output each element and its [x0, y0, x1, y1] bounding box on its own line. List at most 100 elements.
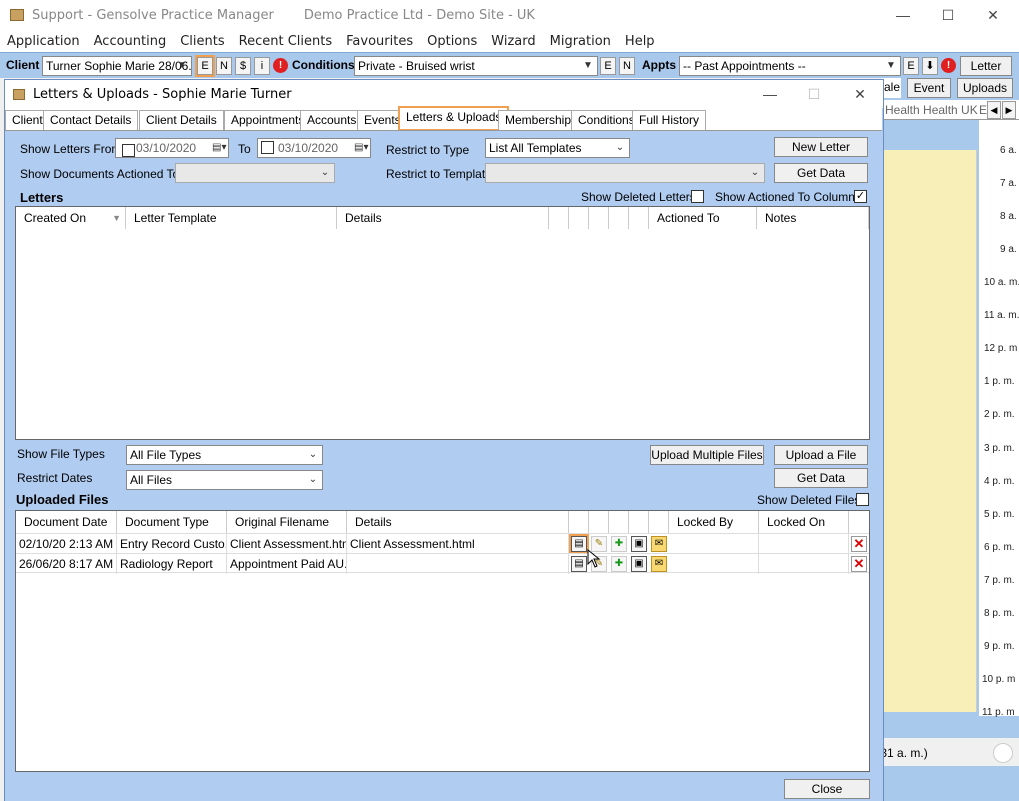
appts-label: Appts [642, 58, 676, 72]
conditions-select[interactable]: Private - Bruised wrist ▼ [354, 56, 598, 76]
maximize-icon[interactable]: ☐ [925, 0, 971, 30]
scroll-left-icon[interactable]: ◀ [987, 101, 1001, 119]
time-label: 8 a. m. [1000, 211, 1019, 222]
show-actioned-cols-checkbox[interactable]: ✓ [854, 190, 867, 203]
alert-icon[interactable]: ! [941, 58, 956, 73]
calendar-button-partial[interactable]: ale [883, 78, 901, 98]
view-document-icon[interactable]: ▤ [569, 534, 589, 554]
table-row[interactable]: 26/06/20 8:17 AM Radiology Report Appoin… [16, 553, 869, 574]
col-document-date[interactable]: Document Date [16, 511, 117, 533]
practitioner-tab-partial[interactable]: E [979, 103, 987, 117]
menu-options[interactable]: Options [420, 34, 484, 49]
get-data-uploads-button[interactable]: Get Data [774, 468, 868, 488]
alert-icon[interactable]: ! [273, 58, 288, 73]
tab-letters-uploads[interactable]: Letters & Uploads [398, 106, 510, 131]
menu-favourites[interactable]: Favourites [339, 34, 420, 49]
minimize-icon[interactable]: — [880, 0, 926, 30]
appointments-select[interactable]: -- Past Appointments -- ▼ [679, 56, 901, 76]
restrict-dates-select[interactable]: All Files ⌄ [126, 470, 323, 490]
date-to-picker[interactable]: 03/10/2020 ▤▾ [257, 138, 371, 158]
menu-recent-clients[interactable]: Recent Clients [232, 34, 339, 49]
chevron-down-icon: ⌄ [308, 474, 318, 485]
col-letter-template[interactable]: Letter Template [126, 207, 337, 229]
close-icon[interactable]: ✕ [837, 80, 883, 108]
email-icon[interactable]: ✉ [651, 556, 667, 572]
tab-accounts[interactable]: Accounts [300, 110, 364, 130]
show-deleted-letters-checkbox[interactable] [691, 190, 704, 203]
practitioner-tab[interactable]: Health Health UK [885, 103, 978, 117]
delete-icon[interactable]: ✕ [851, 556, 867, 572]
lock-icon[interactable]: ▣ [631, 536, 647, 552]
col-actioned-to[interactable]: Actioned To [649, 207, 757, 229]
uploads-button[interactable]: Uploads [957, 78, 1013, 98]
date-from-picker[interactable]: 03/10/2020 ▤▾ [115, 138, 229, 158]
main-titlebar: Support - Gensolve Practice Manager Demo… [0, 0, 1019, 30]
new-letter-button[interactable]: New Letter [774, 137, 868, 157]
menu-application[interactable]: Application [0, 34, 87, 49]
minimize-icon[interactable]: — [747, 80, 793, 108]
app-icon [10, 9, 24, 21]
client-select[interactable]: Turner Sophie Marie 28/06. ▼ [42, 56, 192, 76]
tab-appointments[interactable]: Appointments [224, 110, 312, 130]
upload-multiple-button[interactable]: Upload Multiple Files [650, 445, 764, 465]
show-deleted-files-checkbox[interactable] [856, 493, 869, 506]
date-to-checkbox[interactable] [261, 141, 274, 154]
time-label: 11 p. m [982, 707, 1015, 718]
col-original-filename[interactable]: Original Filename [227, 511, 347, 533]
calendar-day-column[interactable] [883, 150, 977, 712]
condition-new-button[interactable]: N [619, 57, 635, 75]
letter-button[interactable]: Letter [960, 56, 1012, 76]
view-document-icon[interactable]: ▤ [571, 556, 587, 572]
date-from-checkbox[interactable] [122, 144, 135, 157]
lock-icon[interactable]: ▣ [631, 556, 647, 572]
add-icon[interactable]: ✚ [611, 536, 627, 552]
tab-contact-details[interactable]: Contact Details [43, 110, 139, 130]
restrict-template-select[interactable]: ⌄ [485, 163, 765, 183]
appt-edit-button[interactable]: E [903, 57, 919, 75]
client-accounts-button[interactable]: $ [235, 57, 251, 75]
time-label: 10 p. m [982, 674, 1016, 685]
uploads-grid[interactable]: Document Date Document Type Original Fil… [15, 510, 870, 772]
scroll-right-icon[interactable]: ▶ [1002, 101, 1016, 119]
condition-edit-button[interactable]: E [600, 57, 616, 75]
menu-migration[interactable]: Migration [543, 34, 618, 49]
restrict-type-select[interactable]: List All Templates ⌄ [485, 138, 630, 158]
email-icon[interactable]: ✉ [651, 536, 667, 552]
col-document-type[interactable]: Document Type [117, 511, 227, 533]
close-button[interactable]: Close [784, 779, 870, 799]
col-locked-on[interactable]: Locked On [759, 511, 849, 533]
row-locked-by [669, 534, 759, 554]
client-info-button[interactable]: i [254, 57, 270, 75]
get-data-letters-button[interactable]: Get Data [774, 163, 868, 183]
close-icon[interactable]: ✕ [970, 0, 1016, 30]
col-created-on[interactable]: Created On ▼ [16, 207, 126, 229]
show-docs-actioned-label: Show Documents Actioned To [20, 167, 180, 181]
show-letters-from-label: Show Letters From [20, 142, 122, 156]
status-indicator-icon [993, 743, 1013, 763]
col-details[interactable]: Details [337, 207, 549, 229]
event-button[interactable]: Event [907, 78, 951, 98]
tab-client-details[interactable]: Client Details [139, 110, 224, 130]
tab-full-history[interactable]: Full History [632, 110, 707, 130]
actioned-to-select[interactable]: ⌄ [175, 163, 335, 183]
download-icon[interactable]: ⬇ [922, 57, 938, 75]
col-details[interactable]: Details [347, 511, 569, 533]
dialog-titlebar: Letters & Uploads - Sophie Marie Turner … [5, 80, 883, 108]
table-row[interactable]: 02/10/20 2:13 AM Entry Record Custo... C… [16, 533, 869, 554]
menu-clients[interactable]: Clients [173, 34, 231, 49]
col-notes[interactable]: Notes [757, 207, 869, 229]
upload-file-button[interactable]: Upload a File [774, 445, 868, 465]
menu-help[interactable]: Help [618, 34, 662, 49]
add-icon[interactable]: ✚ [611, 556, 627, 572]
client-notes-button[interactable]: N [216, 57, 232, 75]
time-label: 9 p. m. [984, 641, 1015, 652]
status-text: :31 a. m.) [877, 746, 928, 760]
col-locked-by[interactable]: Locked By [669, 511, 759, 533]
menu-wizard[interactable]: Wizard [484, 34, 542, 49]
delete-icon[interactable]: ✕ [851, 536, 867, 552]
file-types-select[interactable]: All File Types ⌄ [126, 445, 323, 465]
client-edit-button[interactable]: E [195, 55, 215, 77]
letters-grid[interactable]: Created On ▼ Letter Template Details Acti… [15, 206, 870, 440]
time-label: 2 p. m. [984, 409, 1015, 420]
menu-accounting[interactable]: Accounting [87, 34, 174, 49]
